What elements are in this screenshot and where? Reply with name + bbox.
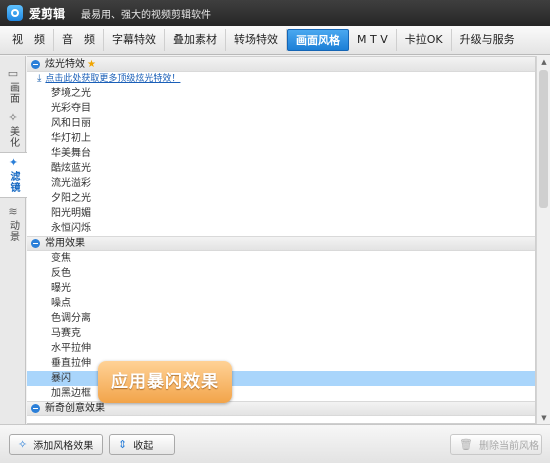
app-slogan: 最易用、强大的视频剪辑软件 [81,9,212,21]
download-more-link[interactable]: 点击此处获取更多顶级炫光特效！ [45,72,180,86]
collapse-icon[interactable] [31,59,40,69]
list-item[interactable]: 风和日丽 [27,116,535,131]
side-tab-bar: ▭ 画面 ✧ 美化 ✦ 滤镜 ≋ 动景 [0,56,27,424]
wand-sparkle-icon: ✦ [8,156,19,169]
main-tab-bar: 视 频 音 频 字幕特效 叠加素材 转场特效 画面风格 M T V 卡拉OK 升… [0,26,550,55]
list-item[interactable]: 华美舞台 [27,146,535,161]
side-tab-label: 滤镜 [8,171,19,193]
vertical-scrollbar[interactable]: ▲ ▼ [536,56,550,424]
add-style-label: 添加风格效果 [33,441,94,452]
tab-subtitle-effects[interactable]: 字幕特效 [104,29,165,51]
collapse-arrows-icon: ⇕ [118,438,128,451]
trash-icon: 🗑 [459,438,473,451]
wave-icon: ≋ [8,205,18,218]
side-tab-motion[interactable]: ≋ 动景 [0,202,26,243]
side-tab-label: 动景 [7,220,19,242]
tab-audio[interactable]: 音 频 [54,29,104,51]
side-tab-label: 美化 [7,126,19,148]
collapse-icon[interactable] [31,404,40,413]
collapse-icon[interactable] [31,239,40,248]
list-item[interactable]: 反色 [27,266,535,281]
side-tab-beautify[interactable]: ✧ 美化 [0,108,26,149]
group-title: 常用效果 [45,238,85,249]
delete-style-button[interactable]: 🗑 删除当前风格 [450,434,542,455]
app-name: 爱剪辑 [29,6,66,21]
tab-mtv[interactable]: M T V [349,29,397,51]
list-item[interactable]: 水平拉伸 [27,341,535,356]
scroll-thumb[interactable] [539,70,548,208]
list-item[interactable]: 光彩夺目 [27,101,535,116]
list-item[interactable]: 变焦 [27,251,535,266]
group-title: 炫光特效 [45,58,85,70]
list-item[interactable]: 马赛克 [27,326,535,341]
delete-style-label: 删除当前风格 [478,441,539,452]
app-logo-icon [7,5,23,21]
layout-icon: ▭ [7,67,19,80]
tab-picture-style[interactable]: 画面风格 [287,29,349,51]
list-item[interactable]: 阳光明媚 [27,206,535,221]
title-bar: 爱剪辑 最易用、强大的视频剪辑软件 [0,0,550,26]
list-item[interactable]: 酷炫蓝光 [27,161,535,176]
group-header-common[interactable]: 常用效果 [27,236,535,251]
collapse-button[interactable]: ⇕ 收起 [109,434,175,455]
download-more-row: ⤓ 点击此处获取更多顶级炫光特效！ [27,72,535,86]
scroll-up-icon[interactable]: ▲ [537,56,550,68]
group-title: 新奇创意效果 [45,403,105,414]
group-header-glare[interactable]: 炫光特效 ★ [27,57,535,72]
list-item[interactable]: 曝光 [27,281,535,296]
scroll-down-icon[interactable]: ▼ [537,412,550,424]
tab-karaoke[interactable]: 卡拉OK [397,29,452,51]
list-item[interactable]: 夕阳之光 [27,191,535,206]
side-tab-picture[interactable]: ▭ 画面 [0,64,26,105]
group-header-creative[interactable]: 新奇创意效果 [27,401,535,416]
list-item[interactable]: 华灯初上 [27,131,535,146]
list-item[interactable]: 流光溢彩 [27,176,535,191]
side-tab-filter[interactable]: ✦ 滤镜 [0,152,27,198]
side-tab-label: 画面 [7,82,19,104]
magic-wand-icon: ✧ [8,111,18,124]
download-icon: ⤓ [37,73,42,84]
apply-effect-callout: 应用暴闪效果 [98,361,232,403]
bottom-toolbar: ✧ 添加风格效果 ⇕ 收起 🗑 删除当前风格 [0,424,550,463]
list-item[interactable]: 噪点 [27,296,535,311]
list-item[interactable]: 色调分离 [27,311,535,326]
list-item[interactable]: 永恒闪烁 [27,221,535,236]
list-item[interactable]: 梦境之光 [27,86,535,101]
star-icon: ★ [87,58,96,70]
collapse-label: 收起 [133,441,154,452]
tab-transition-effects[interactable]: 转场特效 [226,29,287,51]
tab-video[interactable]: 视 频 [4,29,54,51]
tab-upgrade-service[interactable]: 升级与服务 [452,29,523,51]
add-style-button[interactable]: ✧ 添加风格效果 [9,434,103,455]
tab-overlay-materials[interactable]: 叠加素材 [165,29,226,51]
magic-wand-icon: ✧ [18,438,28,451]
